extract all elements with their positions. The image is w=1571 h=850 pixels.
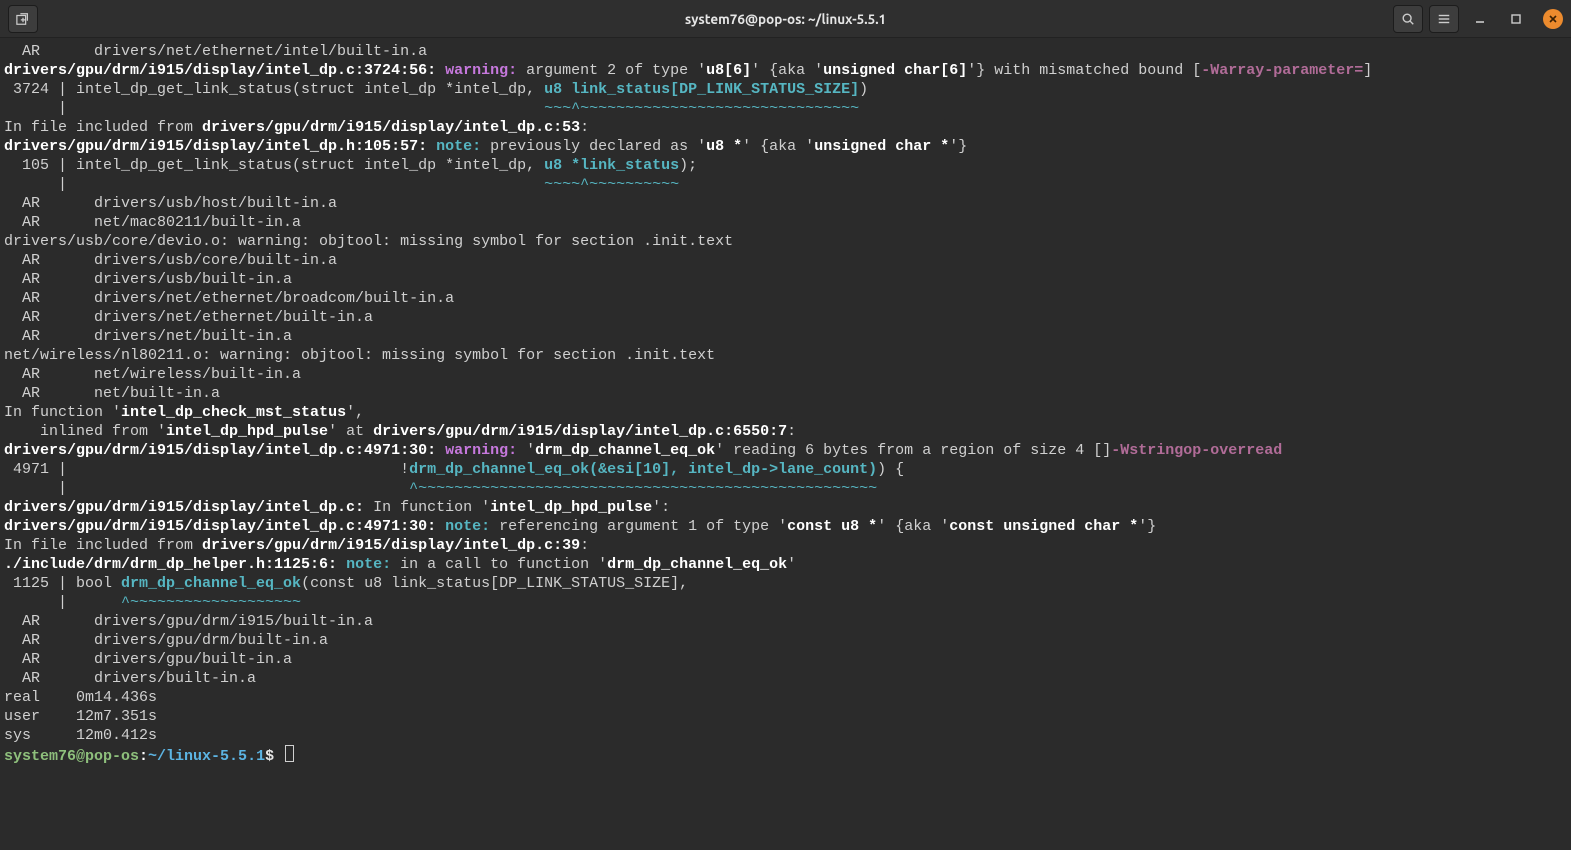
maximize-icon (1510, 13, 1522, 25)
terminal-line: real 0m14.436s (4, 688, 1567, 707)
terminal-line: AR net/mac80211/built-in.a (4, 213, 1567, 232)
terminal-line: AR net/wireless/built-in.a (4, 365, 1567, 384)
terminal-output[interactable]: AR drivers/net/ethernet/intel/built-in.a… (0, 38, 1571, 850)
terminal-line: AR drivers/gpu/built-in.a (4, 650, 1567, 669)
terminal-line: 105 | intel_dp_get_link_status(struct in… (4, 156, 1567, 175)
terminal-line: drivers/gpu/drm/i915/display/intel_dp.c:… (4, 498, 1567, 517)
search-button[interactable] (1393, 5, 1423, 33)
search-icon (1401, 12, 1415, 26)
terminal-line: | ^~~~~~~~~~~~~~~~~~~~ (4, 593, 1567, 612)
close-icon (1548, 14, 1558, 24)
terminal-line: drivers/gpu/drm/i915/display/intel_dp.c:… (4, 61, 1567, 80)
terminal-window: system76@pop-os: ~/linux-5.5.1 (0, 0, 1571, 850)
terminal-line: | ~~~~^~~~~~~~~~~ (4, 175, 1567, 194)
prompt-line[interactable]: system76@pop-os:~/linux-5.5.1$ (4, 745, 1567, 766)
terminal-line: 3724 | intel_dp_get_link_status(struct i… (4, 80, 1567, 99)
terminal-line: AR drivers/built-in.a (4, 669, 1567, 688)
terminal-line: 1125 | bool drm_dp_channel_eq_ok(const u… (4, 574, 1567, 593)
terminal-line: drivers/gpu/drm/i915/display/intel_dp.c:… (4, 517, 1567, 536)
terminal-line: 4971 | !drm_dp_channel_eq_ok(&esi[10], i… (4, 460, 1567, 479)
terminal-line: AR drivers/usb/host/built-in.a (4, 194, 1567, 213)
terminal-line: AR drivers/net/ethernet/broadcom/built-i… (4, 289, 1567, 308)
terminal-line: AR drivers/gpu/drm/i915/built-in.a (4, 612, 1567, 631)
window-title: system76@pop-os: ~/linux-5.5.1 (0, 11, 1571, 27)
terminal-line: drivers/gpu/drm/i915/display/intel_dp.h:… (4, 137, 1567, 156)
terminal-line: ./include/drm/drm_dp_helper.h:1125:6: no… (4, 555, 1567, 574)
terminal-line: net/wireless/nl80211.o: warning: objtool… (4, 346, 1567, 365)
terminal-line: AR drivers/net/ethernet/intel/built-in.a (4, 42, 1567, 61)
terminal-line: | ~~~^~~~~~~~~~~~~~~~~~~~~~~~~~~~~~~~ (4, 99, 1567, 118)
terminal-line: AR net/built-in.a (4, 384, 1567, 403)
terminal-line: AR drivers/gpu/drm/built-in.a (4, 631, 1567, 650)
terminal-line: AR drivers/net/built-in.a (4, 327, 1567, 346)
terminal-line: AR drivers/usb/core/built-in.a (4, 251, 1567, 270)
prompt-path: ~/linux-5.5.1 (148, 748, 265, 765)
terminal-line: drivers/usb/core/devio.o: warning: objto… (4, 232, 1567, 251)
terminal-line: In file included from drivers/gpu/drm/i9… (4, 536, 1567, 555)
menu-button[interactable] (1429, 5, 1459, 33)
terminal-line: AR drivers/net/ethernet/built-in.a (4, 308, 1567, 327)
terminal-line: user 12m7.351s (4, 707, 1567, 726)
hamburger-icon (1437, 12, 1451, 26)
new-tab-icon (16, 12, 30, 26)
terminal-line: In file included from drivers/gpu/drm/i9… (4, 118, 1567, 137)
terminal-line: drivers/gpu/drm/i915/display/intel_dp.c:… (4, 441, 1567, 460)
titlebar: system76@pop-os: ~/linux-5.5.1 (0, 0, 1571, 38)
maximize-button[interactable] (1501, 5, 1531, 33)
terminal-line: sys 12m0.412s (4, 726, 1567, 745)
close-button[interactable] (1543, 9, 1563, 29)
minimize-button[interactable] (1465, 5, 1495, 33)
prompt-user: system76@pop-os (4, 748, 139, 765)
terminal-line: AR drivers/usb/built-in.a (4, 270, 1567, 289)
terminal-line: inlined from 'intel_dp_hpd_pulse' at dri… (4, 422, 1567, 441)
minimize-icon (1474, 13, 1486, 25)
cursor (285, 745, 294, 762)
terminal-line: In function 'intel_dp_check_mst_status', (4, 403, 1567, 422)
new-tab-button[interactable] (8, 5, 38, 33)
terminal-line: | ^~~~~~~~~~~~~~~~~~~~~~~~~~~~~~~~~~~~~~… (4, 479, 1567, 498)
